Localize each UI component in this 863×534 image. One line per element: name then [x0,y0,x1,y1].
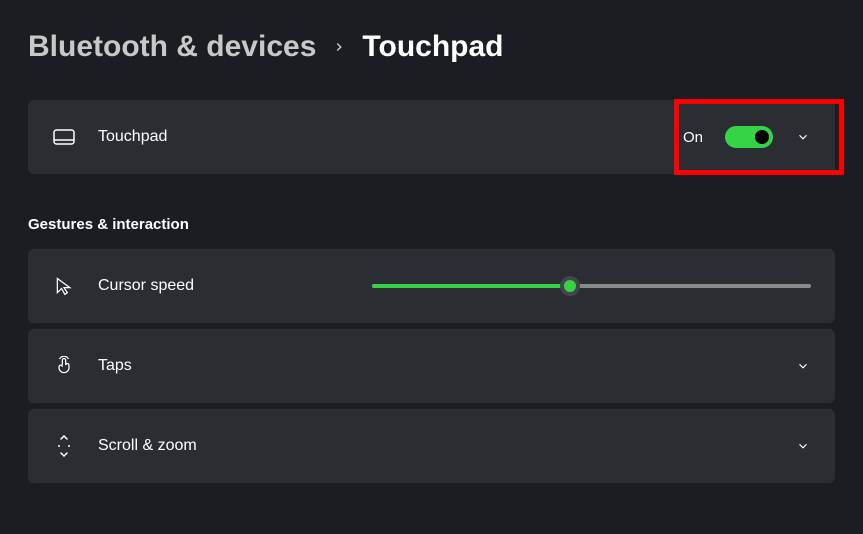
cursor-icon [52,274,76,298]
scroll-zoom-icon [52,434,76,458]
scroll-zoom-row[interactable]: Scroll & zoom [28,409,835,483]
touchpad-icon [52,125,76,149]
tap-icon [52,354,76,378]
chevron-down-icon[interactable] [795,358,811,374]
taps-row[interactable]: Taps [28,329,835,403]
section-heading-gestures: Gestures & interaction [28,216,835,233]
chevron-right-icon [332,34,346,60]
touchpad-toggle[interactable] [725,126,773,148]
chevron-down-icon[interactable] [795,438,811,454]
breadcrumb: Bluetooth & devices Touchpad [28,30,835,64]
breadcrumb-parent[interactable]: Bluetooth & devices [28,30,316,64]
slider-thumb[interactable] [560,276,580,296]
cursor-speed-slider[interactable] [372,284,811,288]
cursor-speed-row: Cursor speed [28,249,835,323]
scroll-zoom-label: Scroll & zoom [98,437,795,455]
touchpad-row[interactable]: Touchpad On [28,100,835,174]
touchpad-label: Touchpad [98,128,683,146]
slider-fill [372,284,569,288]
chevron-down-icon[interactable] [795,129,811,145]
touchpad-state-label: On [683,129,703,146]
taps-label: Taps [98,357,795,375]
toggle-knob [755,130,769,144]
breadcrumb-current: Touchpad [362,30,503,64]
cursor-speed-label: Cursor speed [98,277,372,295]
